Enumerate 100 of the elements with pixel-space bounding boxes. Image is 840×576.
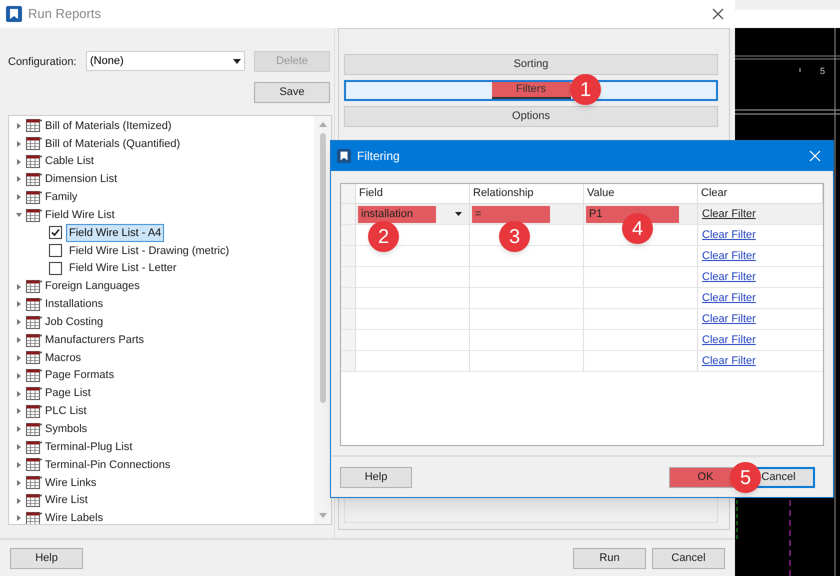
dropdown-caret-icon[interactable] bbox=[455, 212, 462, 216]
footer-button[interactable]: Cancel bbox=[652, 548, 725, 568]
table-icon bbox=[26, 155, 42, 168]
table-row[interactable]: Clear Filter bbox=[341, 246, 823, 267]
tree-item[interactable]: Wire Links bbox=[45, 474, 96, 492]
tree-item[interactable]: Cable List bbox=[45, 153, 94, 170]
clear-filter-link[interactable]: Clear Filter bbox=[702, 290, 756, 306]
tree-item[interactable]: Bill of Materials (Quantified) bbox=[45, 136, 180, 152]
clear-filter-link[interactable]: Clear Filter bbox=[702, 206, 756, 222]
tree-item[interactable]: Terminal-Plug List bbox=[45, 438, 132, 456]
expand-icon[interactable] bbox=[16, 122, 22, 129]
clear-filter-link[interactable]: Clear Filter bbox=[702, 268, 756, 286]
scroll-down-icon[interactable] bbox=[318, 513, 326, 518]
tree-item[interactable]: Field Wire List bbox=[45, 206, 115, 224]
tree-item[interactable]: Installations bbox=[45, 296, 104, 313]
tree-item[interactable]: Page List bbox=[45, 385, 91, 402]
expand-icon[interactable] bbox=[16, 284, 22, 290]
table-cell[interactable]: = bbox=[472, 206, 550, 222]
tree-item[interactable]: Wire Labels bbox=[45, 510, 104, 524]
section-button[interactable]: Options bbox=[344, 106, 718, 127]
table-icon bbox=[26, 476, 42, 490]
expand-icon[interactable] bbox=[16, 140, 22, 147]
expand-icon[interactable] bbox=[16, 426, 22, 432]
clear-filter-link[interactable]: Clear Filter bbox=[702, 310, 756, 328]
collapse-icon[interactable] bbox=[16, 212, 22, 218]
expand-icon[interactable] bbox=[16, 319, 22, 326]
table-icon bbox=[26, 190, 42, 204]
column-header: Field bbox=[356, 184, 470, 203]
expand-icon[interactable] bbox=[16, 337, 22, 344]
checkbox[interactable] bbox=[49, 226, 62, 240]
scroll-up-icon[interactable] bbox=[318, 122, 326, 127]
close-icon[interactable] bbox=[712, 8, 724, 20]
footer-button[interactable]: Run bbox=[573, 548, 646, 568]
table-row[interactable]: Clear Filter bbox=[341, 351, 823, 372]
table-icon bbox=[26, 137, 42, 150]
table-icon bbox=[26, 280, 42, 294]
expand-icon[interactable] bbox=[16, 194, 22, 200]
clear-filter-link[interactable]: Clear Filter bbox=[702, 352, 756, 370]
expand-icon[interactable] bbox=[16, 390, 22, 397]
expand-icon[interactable] bbox=[16, 301, 22, 308]
dialog-title: Filtering bbox=[357, 148, 400, 165]
table-icon bbox=[26, 208, 42, 222]
tree-item[interactable]: Dimension List bbox=[45, 171, 118, 188]
tree-item[interactable]: Foreign Languages bbox=[45, 278, 140, 295]
table-row[interactable]: Clear Filter bbox=[341, 267, 823, 288]
table-icon bbox=[26, 440, 42, 454]
table-icon bbox=[26, 458, 42, 472]
footer-button[interactable]: Help bbox=[10, 548, 83, 568]
expand-icon[interactable] bbox=[16, 498, 22, 504]
clear-filter-link[interactable]: Clear Filter bbox=[702, 248, 756, 264]
tree-item[interactable]: Job Costing bbox=[45, 314, 104, 330]
table-cell[interactable]: installation bbox=[358, 206, 436, 222]
tree-item[interactable]: Manufacturers Parts bbox=[45, 332, 144, 348]
grid-number: 5 bbox=[820, 65, 826, 78]
table-row[interactable]: Clear Filter bbox=[341, 330, 823, 351]
configuration-dropdown[interactable]: (None) bbox=[86, 51, 245, 71]
tree-item[interactable]: Symbols bbox=[45, 421, 88, 438]
expand-icon[interactable] bbox=[16, 176, 22, 182]
tree-item[interactable]: Page Formats bbox=[45, 367, 114, 384]
expand-icon[interactable] bbox=[16, 354, 22, 361]
column-header: Clear bbox=[698, 184, 823, 203]
tree-item[interactable]: Field Wire List - Letter bbox=[66, 259, 180, 278]
table-icon bbox=[26, 494, 42, 508]
configuration-label: Configuration: bbox=[8, 55, 78, 70]
expand-icon[interactable] bbox=[16, 158, 22, 165]
tree-item[interactable]: Field Wire List - Drawing (metric) bbox=[66, 242, 232, 260]
table-icon bbox=[26, 369, 42, 382]
table-icon bbox=[26, 334, 42, 347]
tree-item[interactable]: PLC List bbox=[45, 403, 87, 420]
scrollbar[interactable] bbox=[314, 116, 331, 524]
tree-item[interactable]: Field Wire List - A4 bbox=[66, 224, 164, 242]
config-button[interactable]: Save bbox=[254, 82, 330, 103]
clear-filter-link[interactable]: Clear Filter bbox=[702, 332, 756, 348]
table-icon bbox=[26, 351, 42, 364]
tree-item[interactable]: Wire List bbox=[45, 492, 88, 509]
dropdown-caret-icon bbox=[233, 58, 241, 64]
section-button[interactable]: Sorting bbox=[344, 54, 718, 75]
table-row[interactable]: Clear Filter bbox=[341, 288, 823, 309]
checkbox[interactable] bbox=[49, 262, 62, 276]
column-header: Relationship bbox=[470, 184, 584, 203]
app-icon bbox=[6, 6, 22, 22]
tree-item[interactable]: Bill of Materials (Itemized) bbox=[45, 118, 172, 134]
dialog-button[interactable]: Help bbox=[340, 466, 412, 488]
table-icon bbox=[26, 316, 42, 329]
table-icon bbox=[26, 172, 42, 186]
expand-icon[interactable] bbox=[16, 515, 22, 522]
table-icon bbox=[26, 387, 42, 400]
clear-filter-link[interactable]: Clear Filter bbox=[702, 226, 756, 244]
tree-item[interactable]: Terminal-Pin Connections bbox=[45, 456, 170, 474]
expand-icon[interactable] bbox=[16, 408, 22, 414]
app-icon bbox=[337, 149, 351, 163]
expand-icon[interactable] bbox=[16, 372, 22, 379]
expand-icon[interactable] bbox=[16, 444, 22, 450]
tree-item[interactable]: Family bbox=[45, 189, 78, 206]
tree-item[interactable]: Macros bbox=[45, 350, 82, 366]
table-row[interactable]: Clear Filter bbox=[341, 309, 823, 330]
expand-icon[interactable] bbox=[16, 462, 22, 468]
expand-icon[interactable] bbox=[16, 480, 22, 486]
checkbox[interactable] bbox=[49, 244, 62, 258]
column-header: Value bbox=[584, 184, 698, 203]
